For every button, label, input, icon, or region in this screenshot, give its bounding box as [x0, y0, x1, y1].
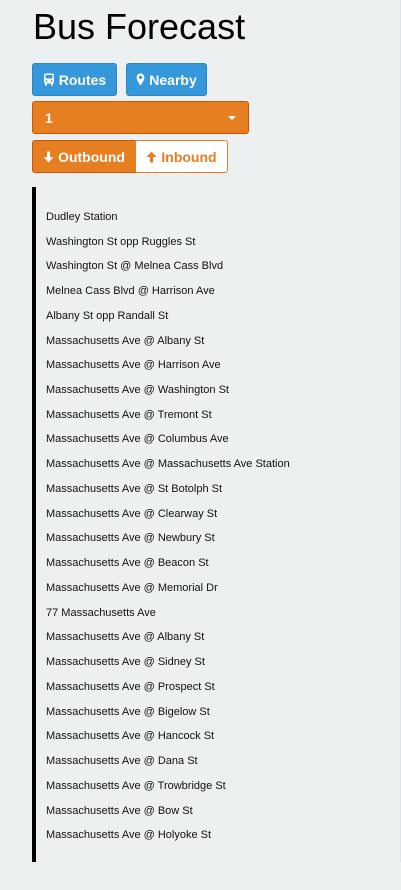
stop-list: Dudley Station Washington St opp Ruggles…	[32, 187, 362, 862]
routes-button-label: Routes	[58, 71, 107, 88]
stop-item[interactable]: Massachusetts Ave @ Trowbridge St	[46, 779, 226, 793]
stop-item[interactable]: Albany St opp Randall St	[46, 309, 168, 323]
caret-down-icon	[228, 116, 236, 120]
nearby-button[interactable]: Nearby	[126, 63, 207, 96]
stop-item[interactable]: Massachusetts Ave @ Albany St	[46, 334, 204, 348]
stop-item[interactable]: Massachusetts Ave @ Clearway St	[46, 507, 217, 521]
stop-item[interactable]: 77 Massachusetts Ave	[46, 606, 156, 620]
page-title: Bus Forecast	[33, 6, 246, 47]
inbound-button-label: Inbound	[161, 148, 217, 165]
stop-item[interactable]: Melnea Cass Blvd @ Harrison Ave	[46, 284, 215, 298]
stop-item[interactable]: Massachusetts Ave @ Prospect St	[46, 680, 215, 694]
stop-item[interactable]: Massachusetts Ave @ Newbury St	[46, 531, 215, 545]
stop-item[interactable]: Massachusetts Ave @ Beacon St	[46, 556, 209, 570]
inbound-button[interactable]: Inbound	[135, 140, 228, 173]
outbound-button-label: Outbound	[58, 148, 125, 165]
stop-item[interactable]: Massachusetts Ave @ Columbus Ave	[46, 432, 229, 446]
stop-item[interactable]: Massachusetts Ave @ Bigelow St	[46, 705, 210, 719]
stop-item[interactable]: Massachusetts Ave @ Memorial Dr	[46, 581, 218, 595]
stop-item[interactable]: Massachusetts Ave @ Dana St	[46, 754, 198, 768]
route-select[interactable]: 1	[32, 101, 249, 134]
stop-item[interactable]: Massachusetts Ave @ Sidney St	[46, 655, 205, 669]
stop-item[interactable]: Massachusetts Ave @ Holyoke St	[46, 828, 211, 842]
stop-item[interactable]: Washington St @ Melnea Cass Blvd	[46, 259, 223, 273]
bus-icon	[43, 73, 55, 86]
stop-item[interactable]: Massachusetts Ave @ Tremont St	[46, 408, 212, 422]
stop-item[interactable]: Massachusetts Ave @ Washington St	[46, 383, 229, 397]
stop-item[interactable]: Washington St opp Ruggles St	[46, 235, 195, 249]
stop-item[interactable]: Massachusetts Ave @ Hancock St	[46, 729, 214, 743]
arrow-down-icon	[43, 151, 54, 163]
stop-item[interactable]: Massachusetts Ave @ Massachusetts Ave St…	[46, 457, 290, 471]
stop-item[interactable]: Dudley Station	[46, 210, 118, 224]
arrow-up-icon	[146, 151, 157, 163]
stop-item[interactable]: Massachusetts Ave @ Harrison Ave	[46, 358, 221, 372]
stop-item[interactable]: Massachusetts Ave @ St Botolph St	[46, 482, 222, 496]
outbound-button[interactable]: Outbound	[32, 140, 136, 173]
routes-button[interactable]: Routes	[32, 63, 117, 96]
route-select-value: 1	[45, 109, 53, 126]
nearby-button-label: Nearby	[149, 71, 197, 88]
stop-item[interactable]: Massachusetts Ave @ Bow St	[46, 804, 193, 818]
app-page: Bus Forecast Routes Nearby 1 Outbound In…	[0, 0, 401, 862]
map-marker-icon	[136, 73, 145, 86]
stop-item[interactable]: Massachusetts Ave @ Albany St	[46, 630, 204, 644]
